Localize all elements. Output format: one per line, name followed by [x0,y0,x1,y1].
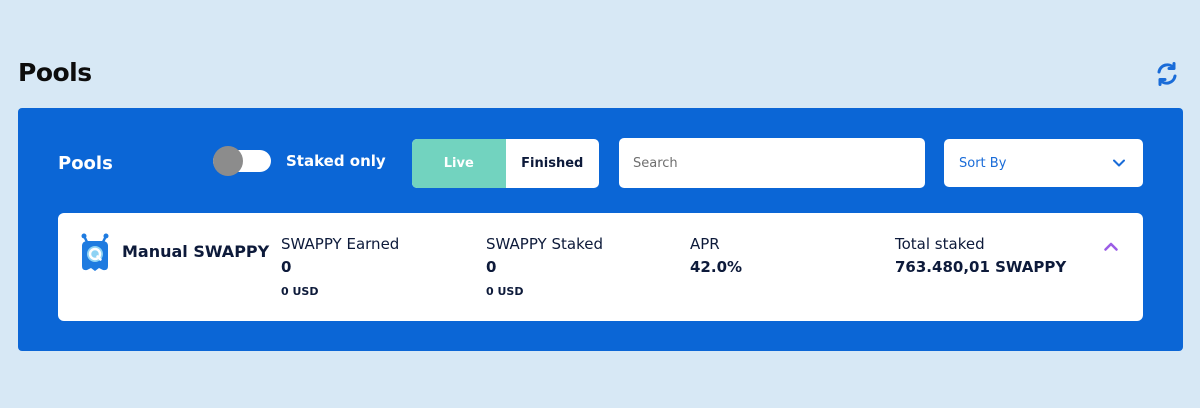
sort-dropdown[interactable]: Sort By [944,139,1143,187]
chevron-down-icon [1113,159,1125,167]
staked-usd: 0 USD [486,285,524,298]
tab-live[interactable]: Live [412,139,506,188]
live-finished-tabs: Live Finished [412,139,599,188]
apr-label: APR [690,235,720,253]
pools-page: Pools Pools Staked only Live Finished So… [0,0,1200,408]
pool-name: Manual SWAPPY [122,242,270,261]
search-input[interactable] [619,138,925,188]
swappy-logo-icon [81,233,109,271]
staked-only-toggle[interactable] [213,146,271,176]
apr-stat: APR 42.0% [690,235,742,276]
earned-label: SWAPPY Earned [281,235,400,253]
staked-label: SWAPPY Staked [486,235,603,253]
total-staked-stat: Total staked 763.480,01 SWAPPY [895,235,1066,276]
earned-stat: SWAPPY Earned 0 0 USD [281,235,399,298]
staked-only-toggle-group: Staked only [213,146,386,176]
pools-panel: Pools Staked only Live Finished Sort By [18,108,1183,351]
pool-card[interactable]: Manual SWAPPY SWAPPY Earned 0 0 USD SWAP… [58,213,1143,321]
chevron-up-icon [1104,242,1118,251]
tab-finished[interactable]: Finished [506,139,600,188]
total-staked-value: 763.480,01 SWAPPY [895,258,1067,276]
earned-usd: 0 USD [281,285,319,298]
apr-value: 42.0% [690,258,743,276]
staked-only-label: Staked only [286,152,386,170]
refresh-button[interactable] [1153,60,1181,88]
panel-title: Pools [58,153,113,174]
total-staked-label: Total staked [895,235,985,253]
sort-label: Sort By [959,155,1007,171]
staked-stat: SWAPPY Staked 0 0 USD [486,235,603,298]
refresh-icon [1157,62,1177,86]
page-title: Pools [18,58,92,87]
staked-value: 0 [486,258,497,276]
collapse-button[interactable] [1101,236,1121,256]
toggle-knob [213,146,243,176]
earned-value: 0 [281,258,292,276]
